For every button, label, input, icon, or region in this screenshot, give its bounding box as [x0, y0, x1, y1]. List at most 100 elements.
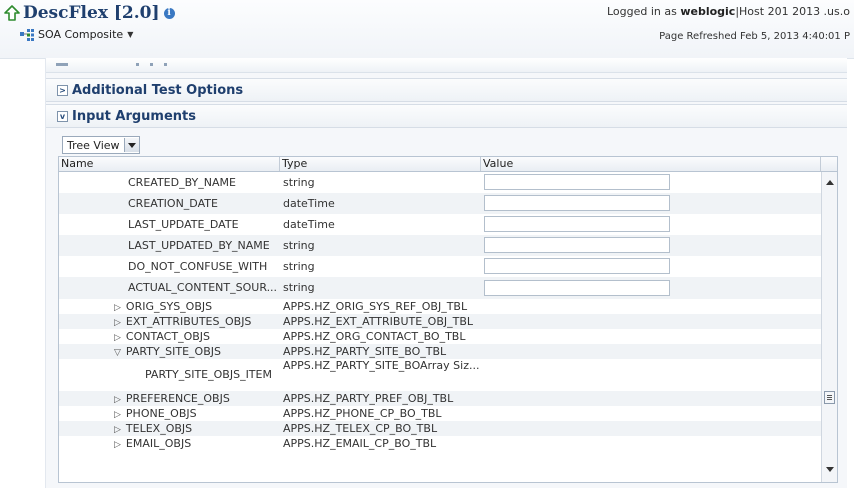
table-row[interactable]: LAST_UPDATED_BY_NAME string	[59, 235, 821, 256]
row-name-cell: CREATED_BY_NAME	[128, 176, 236, 189]
value-input[interactable]	[484, 258, 670, 274]
row-name-cell: ▷ TELEX_OBJS	[114, 422, 192, 435]
expand-triangle-icon[interactable]: ▷	[114, 425, 121, 435]
row-name-text: PARTY_SITE_OBJS_ITEM	[145, 368, 272, 381]
expand-triangle-icon[interactable]: ▷	[114, 410, 121, 420]
expand-triangle-icon[interactable]: ▷	[114, 318, 121, 328]
tree-view-select[interactable]: Tree View	[62, 136, 140, 154]
row-name-text: CONTACT_OBJS	[125, 330, 211, 343]
table-row[interactable]: ▷ PHONE_OBJS APPS.HZ_PHONE_CP_BO_TBL	[59, 406, 821, 421]
table-row[interactable]: DO_NOT_CONFUSE_WITH string	[59, 256, 821, 277]
chevron-down-icon: ▼	[127, 30, 134, 39]
collapse-triangle-icon[interactable]: ▽	[114, 348, 121, 358]
expand-triangle-icon[interactable]: ▷	[114, 395, 121, 405]
column-header-type[interactable]: Type	[280, 157, 481, 171]
section-additional-test-options[interactable]: > Additional Test Options	[46, 78, 847, 102]
row-name-cell: LAST_UPDATE_DATE	[128, 218, 239, 231]
row-name-text: EXT_ATTRIBUTES_OBJS	[125, 315, 252, 328]
table-body: CREATED_BY_NAME string CREATION_DATE dateTi…	[59, 172, 821, 482]
soa-composite-icon	[20, 28, 34, 41]
row-name-text: LAST_UPDATED_BY_NAME	[128, 239, 270, 252]
value-input[interactable]	[484, 195, 670, 211]
row-type-cell: dateTime	[283, 197, 335, 210]
soa-composite-menu[interactable]: SOA Composite ▼	[20, 28, 133, 41]
row-type-cell: APPS.HZ_EMAIL_CP_BO_TBL	[283, 437, 437, 450]
chevron-down-icon[interactable]	[123, 138, 139, 152]
row-name-cell: ▷ EMAIL_OBJS	[114, 437, 191, 450]
login-prefix: Logged in as	[606, 5, 681, 18]
collapsed-section-partial[interactable]	[46, 58, 847, 73]
row-name-text: PREFERENCE_OBJS	[125, 392, 230, 405]
login-info: Logged in as weblogic|Host 201 2013 .us.…	[607, 5, 850, 18]
row-type-cell: APPS.HZ_PARTY_SITE_BOArray Siz...	[283, 359, 480, 372]
table-row[interactable]: ACTUAL_CONTENT_SOUR... string	[59, 277, 821, 299]
row-type-cell: string	[283, 260, 315, 273]
table-row[interactable]: CREATED_BY_NAME string	[59, 172, 821, 193]
row-name-text: ACTUAL_CONTENT_SOUR...	[128, 281, 278, 294]
table-row[interactable]: ▷ EXT_ATTRIBUTES_OBJS APPS.HZ_EXT_ATTRIBUT…	[59, 314, 821, 329]
row-name-text: EMAIL_OBJS	[125, 437, 192, 450]
value-input[interactable]	[484, 280, 670, 296]
section-title: Input Arguments	[72, 108, 196, 124]
page-refreshed: Page Refreshed Feb 5, 2013 4:40:01 P	[659, 31, 850, 42]
info-icon[interactable]: i	[163, 7, 175, 19]
value-input[interactable]	[484, 237, 670, 253]
row-name-cell: DO_NOT_CONFUSE_WITH	[128, 260, 267, 273]
column-header-name[interactable]: Name	[59, 157, 280, 171]
row-type-cell: APPS.HZ_TELEX_CP_BO_TBL	[283, 422, 438, 435]
table-row[interactable]: LAST_UPDATE_DATE dateTime	[59, 214, 821, 235]
disclosure-partial	[56, 63, 68, 66]
value-input[interactable]	[484, 174, 670, 190]
section-title: Additional Test Options	[72, 82, 244, 98]
host-text: |Host 201 2013 .us.o	[735, 5, 850, 18]
table-row[interactable]: ▷ TELEX_OBJS APPS.HZ_TELEX_CP_BO_TBL	[59, 421, 821, 436]
section-input-arguments[interactable]: v Input Arguments	[46, 104, 847, 128]
table-header: Name Type Value	[59, 157, 837, 172]
row-name-cell: CREATION_DATE	[128, 197, 218, 210]
table-row[interactable]: ▽ PARTY_SITE_OBJS APPS.HZ_PARTY_SITE_BO_TB…	[59, 344, 821, 359]
row-type-cell: APPS.HZ_PARTY_SITE_BO_TBL	[283, 345, 447, 358]
column-header-value[interactable]: Value	[481, 157, 821, 171]
table-row[interactable]: ▷ ORIG_SYS_OBJS APPS.HZ_ORIG_SYS_REF_OBJ_T…	[59, 299, 821, 314]
row-name-cell: ▷ CONTACT_OBJS	[114, 330, 210, 343]
page-header: DescFlex [2.0] i SOA Composite ▼ Logged …	[0, 0, 854, 59]
row-name-cell: ▷ ORIG_SYS_OBJS	[114, 300, 212, 313]
expand-triangle-icon[interactable]: ▷	[114, 303, 121, 313]
scroll-up-icon[interactable]	[826, 180, 834, 185]
arguments-table: Name Type Value CREATED_BY_NAME string CRE…	[58, 156, 838, 483]
table-row[interactable]: ▷ CONTACT_OBJS APPS.HZ_ORG_CONTACT_BO_TBL	[59, 329, 821, 344]
vertical-scrollbar[interactable]	[821, 172, 837, 482]
row-name-cell: PARTY_SITE_OBJS_ITEM	[145, 368, 272, 381]
table-row[interactable]: ▷ EMAIL_OBJS APPS.HZ_EMAIL_CP_BO_TBL	[59, 436, 821, 451]
table-row[interactable]: PARTY_SITE_OBJS_ITEM APPS.HZ_PARTY_SITE_B…	[59, 359, 821, 391]
title-row: DescFlex [2.0] i	[4, 2, 175, 24]
row-name-cell: ▷ PREFERENCE_OBJS	[114, 392, 230, 405]
expand-triangle-icon[interactable]: ▷	[114, 333, 121, 343]
table-row[interactable]: ▷ PREFERENCE_OBJS APPS.HZ_PARTY_PREF_OBJ_T…	[59, 391, 821, 406]
scroll-down-icon[interactable]	[826, 467, 834, 472]
row-type-cell: string	[283, 176, 315, 189]
row-name-text: PHONE_OBJS	[125, 407, 197, 420]
row-type-cell: APPS.HZ_ORIG_SYS_REF_OBJ_TBL	[283, 300, 468, 313]
row-name-cell: ▷ EXT_ATTRIBUTES_OBJS	[114, 315, 251, 328]
expand-triangle-icon[interactable]: ▷	[114, 440, 121, 450]
page-title: DescFlex [2.0]	[23, 3, 160, 23]
row-name-cell: ACTUAL_CONTENT_SOUR...	[128, 281, 277, 294]
row-name-text: TELEX_OBJS	[125, 422, 193, 435]
row-name-cell: ▷ PHONE_OBJS	[114, 407, 197, 420]
row-type-cell: string	[283, 281, 315, 294]
home-arrow-icon[interactable]	[4, 5, 20, 21]
collapse-icon[interactable]: v	[57, 110, 68, 122]
row-name-cell: LAST_UPDATED_BY_NAME	[128, 239, 270, 252]
scroll-thumb[interactable]	[824, 391, 835, 404]
value-input[interactable]	[484, 216, 670, 232]
row-type-cell: string	[283, 239, 315, 252]
row-type-cell: dateTime	[283, 218, 335, 231]
partial-title	[136, 63, 176, 66]
row-type-cell: APPS.HZ_ORG_CONTACT_BO_TBL	[283, 330, 466, 343]
login-user[interactable]: weblogic	[680, 5, 735, 18]
row-type-cell: APPS.HZ_PHONE_CP_BO_TBL	[283, 407, 442, 420]
expand-icon[interactable]: >	[57, 84, 68, 96]
table-row[interactable]: CREATION_DATE dateTime	[59, 193, 821, 214]
tree-view-label: Tree View	[67, 138, 120, 152]
